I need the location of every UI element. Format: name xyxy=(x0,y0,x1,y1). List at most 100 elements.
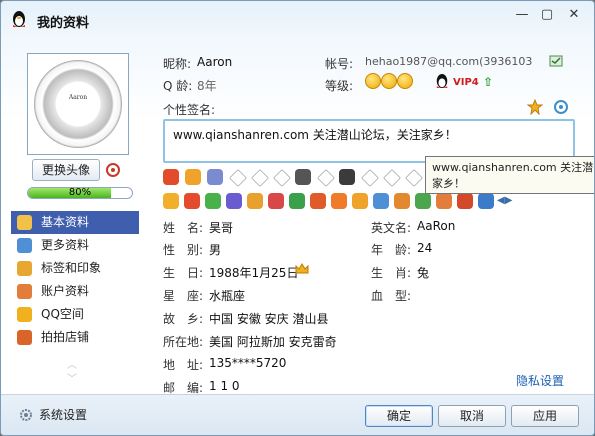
nickname-value[interactable]: Aaron xyxy=(197,55,232,69)
constellation-value: 水瓶座 xyxy=(209,289,246,303)
footer-bar: 系统设置 确定 取消 应用 xyxy=(1,394,594,435)
badge-row-2 xyxy=(163,193,509,211)
avatar[interactable]: Aaron xyxy=(27,53,129,155)
right-panel: 昵称: Aaron 帐号: hehao1987@qq.com(3936103 Q… xyxy=(147,35,594,395)
nickname-label: 昵称: xyxy=(163,57,192,71)
nav-item-paipai[interactable]: 拍拍店铺 xyxy=(11,326,139,349)
service-badge-icon[interactable] xyxy=(273,169,291,187)
birthday-label: 生 日: xyxy=(163,266,204,280)
constellation-label: 星 座: xyxy=(163,289,204,303)
left-panel: Aaron 更换头像 80% 基本资料 更多资料 标签和印象 账户资料 QQ空间… xyxy=(1,35,147,395)
service-badge-icon[interactable] xyxy=(163,193,179,209)
tooltip-line-2: 家乡！ xyxy=(432,177,465,190)
service-badge-icon[interactable] xyxy=(339,169,355,185)
level-sun-icon xyxy=(381,73,397,89)
service-badge-icon[interactable] xyxy=(185,169,201,185)
service-badge-icon[interactable] xyxy=(373,193,389,209)
copy-icon[interactable] xyxy=(549,55,563,67)
avatar-effect-icon[interactable] xyxy=(105,161,121,177)
service-badge-icon[interactable] xyxy=(229,169,247,187)
age-value: 24 xyxy=(417,241,433,255)
nav-item-label: 更多资料 xyxy=(41,238,90,252)
gender-label: 性 别: xyxy=(163,243,204,257)
system-settings-link[interactable]: 系统设置 xyxy=(19,406,87,423)
name-label: 姓 名: xyxy=(163,221,204,235)
shop-icon xyxy=(17,330,32,345)
service-badge-icon[interactable] xyxy=(436,193,452,209)
service-badge-icon[interactable] xyxy=(289,193,305,209)
nav-item-label: 账户资料 xyxy=(41,284,90,298)
privacy-settings-link[interactable]: 隐私设置 xyxy=(516,372,564,389)
qq-penguin-icon xyxy=(13,11,25,27)
edit-icon[interactable] xyxy=(527,99,543,115)
chevron-down-icon[interactable]: ﹀ xyxy=(67,373,77,387)
user-icon xyxy=(17,284,32,299)
service-badge-icon[interactable] xyxy=(415,193,431,209)
tag-icon xyxy=(17,261,32,276)
profile-window: 我的资料 — ▢ ✕ Aaron 更换头像 80% 基本资料 更多资料 标签和印… xyxy=(0,0,595,436)
service-badge-icon[interactable] xyxy=(317,169,335,187)
chevron-up-icon[interactable]: ︿ xyxy=(67,359,77,373)
service-badge-icon[interactable] xyxy=(352,193,368,209)
nav-item-tags[interactable]: 标签和印象 xyxy=(11,257,139,280)
account-label: 帐号: xyxy=(325,57,354,71)
hometown-value: 中国 安徽 安庆 潜山县 xyxy=(209,312,329,326)
english-name-label: 英文名: xyxy=(371,221,412,235)
service-badge-icon[interactable] xyxy=(163,169,179,185)
service-badge-icon[interactable] xyxy=(478,193,494,209)
list-icon xyxy=(17,238,32,253)
tooltip-line-1: www.qianshanren.com 关注潜 xyxy=(432,161,594,174)
service-badge-icon[interactable] xyxy=(247,193,263,209)
service-badge-icon[interactable] xyxy=(226,193,242,209)
birthday-value: 1988年1月25日 xyxy=(209,266,299,280)
signature-text: www.qianshanren.com 关注潜山论坛，关注家乡！ xyxy=(173,128,457,142)
service-badge-icon[interactable] xyxy=(331,193,347,209)
maximize-button[interactable]: ▢ xyxy=(536,7,558,23)
service-badge-icon[interactable] xyxy=(295,169,311,185)
nav-item-more[interactable]: 更多资料 xyxy=(11,234,139,257)
service-badge-icon[interactable] xyxy=(251,169,269,187)
change-avatar-button[interactable]: 更换头像 xyxy=(32,159,100,181)
blood-type-label: 血 型: xyxy=(371,289,412,303)
service-badge-icon[interactable] xyxy=(405,169,423,187)
gear-icon xyxy=(20,409,32,421)
nav-item-basic[interactable]: 基本资料 xyxy=(11,211,139,234)
service-badge-icon[interactable] xyxy=(394,193,410,209)
nav-scroll-arrows[interactable]: ︿ ﹀ xyxy=(67,359,77,387)
service-badge-icon[interactable] xyxy=(268,193,284,209)
nav-item-qzone[interactable]: QQ空间 xyxy=(11,303,139,326)
badge-scroll-arrows[interactable]: ◀▶ xyxy=(497,195,512,206)
zip-value: 1 1 0 xyxy=(209,379,240,393)
minimize-button[interactable]: — xyxy=(511,7,533,23)
cancel-button[interactable]: 取消 xyxy=(438,405,506,427)
service-badge-icon[interactable] xyxy=(310,193,326,209)
card-icon xyxy=(17,215,32,230)
level-sun-icon xyxy=(397,73,413,89)
service-badge-icon[interactable] xyxy=(457,193,473,209)
location-label: 所在地: xyxy=(163,335,204,349)
qq-penguin-icon xyxy=(436,74,448,88)
nav-item-account[interactable]: 账户资料 xyxy=(11,280,139,303)
service-badge-icon[interactable] xyxy=(207,169,223,185)
nav-item-label: QQ空间 xyxy=(41,307,84,321)
ok-button[interactable]: 确定 xyxy=(365,405,433,427)
service-badge-icon[interactable] xyxy=(184,193,200,209)
service-badge-icon[interactable] xyxy=(361,169,379,187)
close-button[interactable]: ✕ xyxy=(563,7,585,23)
service-badge-icon[interactable] xyxy=(205,193,221,209)
address-value: 135****5720 xyxy=(209,356,287,370)
qage-label: Q 龄: xyxy=(163,79,193,93)
nav-item-label: 标签和印象 xyxy=(41,261,102,275)
profile-completion-text: 80% xyxy=(68,187,92,198)
nav-item-label: 基本资料 xyxy=(41,215,90,229)
star-icon xyxy=(17,307,32,322)
service-badge-icon[interactable] xyxy=(383,169,401,187)
side-nav: 基本资料 更多资料 标签和印象 账户资料 QQ空间 拍拍店铺 xyxy=(11,211,139,349)
avatar-brand-text: Aaron xyxy=(68,94,88,101)
qage-value: 8年 xyxy=(197,79,217,93)
nav-item-label: 拍拍店铺 xyxy=(41,330,90,344)
apply-button[interactable]: 应用 xyxy=(511,405,579,427)
refresh-icon[interactable] xyxy=(553,99,569,115)
vip-badge[interactable]: VIP4 xyxy=(453,77,479,88)
profile-completion-bar: 80% xyxy=(27,187,133,199)
